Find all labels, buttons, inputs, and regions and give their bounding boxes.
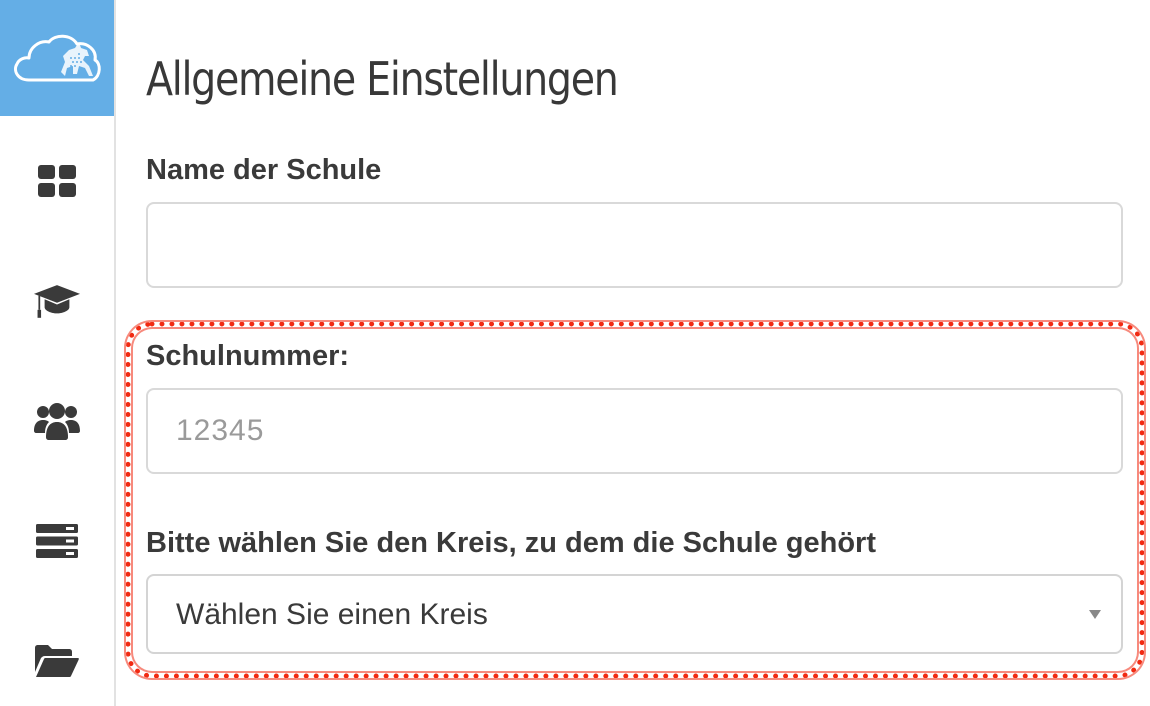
logo[interactable] <box>0 0 114 116</box>
server-list-icon <box>36 524 78 558</box>
sidebar-item-users[interactable] <box>34 398 80 444</box>
graduation-cap-icon <box>34 285 80 318</box>
dashboard-grid-icon <box>38 165 76 197</box>
school-number-input[interactable] <box>146 388 1123 474</box>
district-select-value: Wählen Sie einen Kreis <box>176 598 488 631</box>
district-select[interactable]: Wählen Sie einen Kreis <box>146 574 1123 654</box>
folder-open-icon <box>35 645 79 677</box>
district-label: Bitte wählen Sie den Kreis, zu dem die S… <box>146 527 876 559</box>
sidebar-item-files[interactable] <box>34 638 80 684</box>
sidebar-item-classes[interactable] <box>34 518 80 564</box>
page-title: Allgemeine Einstellungen <box>146 52 619 106</box>
sidebar-item-dashboard[interactable] <box>34 158 80 204</box>
school-name-input[interactable] <box>146 202 1123 288</box>
cloud-horse-logo-icon <box>14 34 101 82</box>
sidebar <box>0 0 116 706</box>
sidebar-item-courses[interactable] <box>34 278 80 324</box>
users-group-icon <box>34 403 80 440</box>
chevron-down-icon <box>1089 610 1101 619</box>
school-name-label: Name der Schule <box>146 154 382 186</box>
school-number-label: Schulnummer: <box>146 340 350 372</box>
